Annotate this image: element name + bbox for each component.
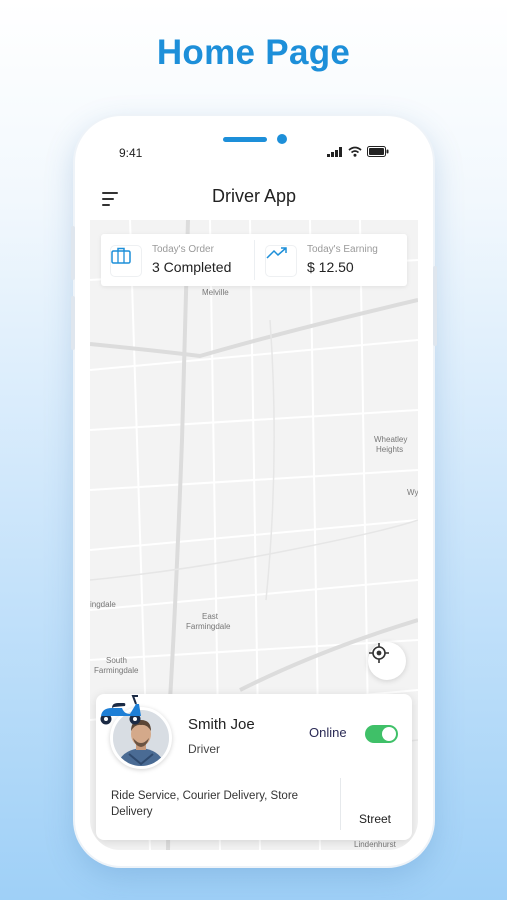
speaker-grille <box>223 137 267 142</box>
map-label: Wy <box>407 488 418 497</box>
header-title: Driver App <box>211 186 297 206</box>
stat-value: 3 Completed <box>152 259 232 275</box>
briefcase-icon <box>110 245 142 277</box>
driver-card: Smith Joe Driver Online Ride Service, Co… <box>96 694 412 840</box>
map-label: Heights <box>376 445 404 454</box>
battery-icon <box>367 146 389 157</box>
scooter-icon <box>100 695 141 725</box>
power-button <box>433 266 437 346</box>
today-earning-stat: Today's Earning $ 12.50 <box>256 234 406 286</box>
signal-icon <box>327 146 342 157</box>
phone-frame: 9:41 Driver App Melville Wheatley Height… <box>71 116 437 866</box>
stat-caption: Today's Order <box>152 244 214 255</box>
toggle-knob <box>382 727 396 741</box>
map-label: Farmingdale <box>94 666 139 675</box>
wifi-icon <box>348 146 362 157</box>
map-label: Wheatley <box>374 435 408 444</box>
map-label: ingdale <box>90 600 116 609</box>
map-label: Lindenhurst <box>354 840 396 849</box>
crosshair-icon <box>369 643 389 663</box>
online-status-label: Online <box>309 725 347 740</box>
driver-role: Driver <box>188 742 220 756</box>
today-order-stat: Today's Order 3 Completed <box>101 234 251 286</box>
locate-me-button[interactable] <box>368 642 406 680</box>
status-icons <box>327 146 389 157</box>
driver-name: Smith Joe <box>188 716 255 733</box>
divider <box>254 240 255 280</box>
promo-title: Home Page <box>156 33 351 72</box>
volume-button <box>71 226 75 280</box>
front-camera <box>277 134 287 144</box>
app-header: Driver App <box>90 178 418 220</box>
map-label: South <box>106 656 127 665</box>
stat-value: $ 12.50 <box>307 259 354 275</box>
vehicle-label: Street <box>358 812 391 826</box>
stat-caption: Today's Earning <box>307 244 378 255</box>
map-label: Melville <box>202 288 229 297</box>
services-text: Ride Service, Courier Delivery, Store De… <box>111 790 299 818</box>
trending-up-icon <box>265 245 297 277</box>
map-label: East <box>202 612 219 621</box>
volume-button <box>71 296 75 350</box>
stats-card: Today's Order 3 Completed Today's Earnin… <box>101 234 407 286</box>
online-toggle[interactable] <box>365 725 398 743</box>
map-label: Farmingdale <box>186 622 231 631</box>
status-time: 9:41 <box>119 146 143 160</box>
map-view[interactable]: Melville Wheatley Heights Wy ingdale Eas… <box>90 220 418 850</box>
divider <box>340 778 341 830</box>
